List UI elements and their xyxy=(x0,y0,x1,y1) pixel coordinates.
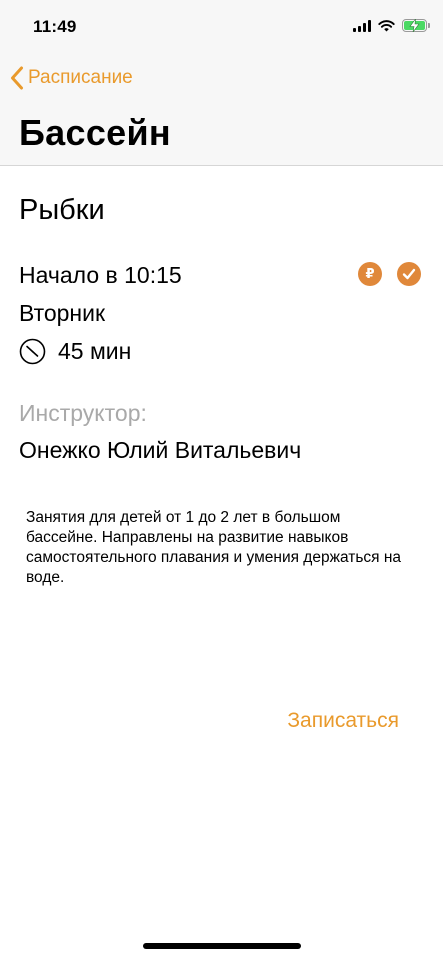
status-bar: 11:49 xyxy=(0,0,443,56)
enroll-button[interactable]: Записаться xyxy=(287,709,399,733)
class-description: Занятия для детей от 1 до 2 лет в большо… xyxy=(26,509,402,586)
instructor-name: Онежко Юлий Витальевич xyxy=(19,437,302,463)
class-name: Рыбки xyxy=(19,194,105,226)
chevron-left-icon xyxy=(11,66,23,90)
ruble-badge-text: ₽ xyxy=(365,266,375,281)
back-button-label: Расписание xyxy=(28,67,133,88)
status-icons xyxy=(353,19,430,32)
class-day: Вторник xyxy=(19,300,106,326)
class-badges: ₽ xyxy=(358,262,421,286)
home-indicator xyxy=(143,943,301,949)
cellular-signal-icon xyxy=(353,19,371,32)
wifi-icon xyxy=(378,19,395,31)
back-button[interactable]: Расписание xyxy=(10,66,133,90)
class-duration-text: 45 мин xyxy=(58,338,132,364)
ruble-icon: ₽ xyxy=(358,262,382,286)
checkmark-icon xyxy=(397,262,421,286)
navigation-bar: Расписание Бассейн xyxy=(0,56,443,166)
class-start-time: Начало в 10:15 xyxy=(19,262,182,288)
battery-charging-icon xyxy=(402,19,430,32)
instructor-label: Инструктор: xyxy=(19,400,147,426)
class-duration: 45 мин xyxy=(19,338,131,365)
status-time: 11:49 xyxy=(33,17,77,36)
clock-icon xyxy=(19,338,46,365)
page-title: Бассейн xyxy=(19,112,171,153)
